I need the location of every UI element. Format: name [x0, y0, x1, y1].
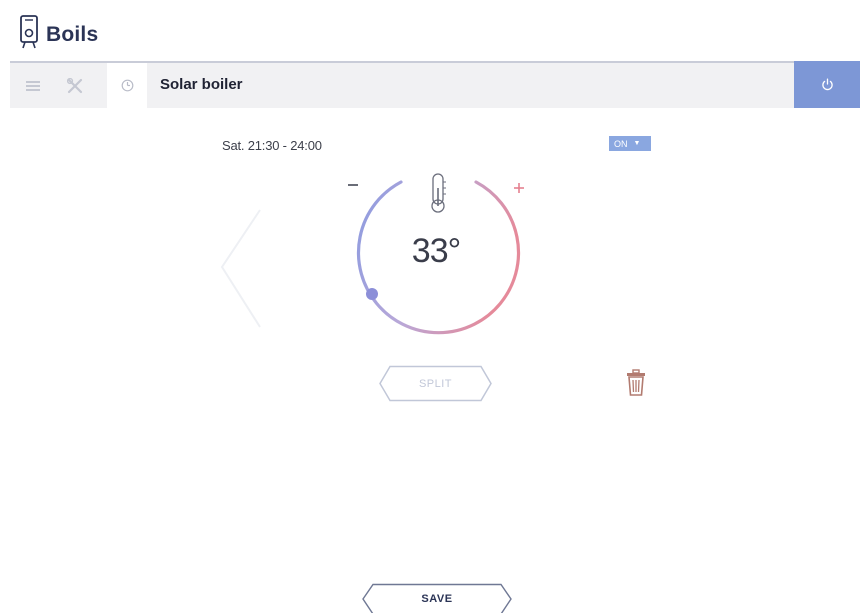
caret-down-icon: ▼ — [633, 140, 641, 147]
app-window: Boils Solar boiler Sat. 21:30 - 24:00 ON… — [0, 0, 860, 613]
mode-select[interactable]: ON ▼ — [609, 136, 651, 151]
thermometer-icon — [431, 173, 446, 213]
save-button[interactable]: SAVE — [361, 583, 513, 613]
decrease-temperature-button[interactable] — [346, 178, 360, 192]
toolbar: Solar boiler — [10, 61, 860, 108]
split-button-label: SPLIT — [418, 377, 453, 390]
boiler-icon — [20, 15, 38, 49]
tab-list[interactable] — [20, 63, 46, 108]
trash-icon[interactable] — [625, 369, 647, 397]
app-header: Boils — [18, 12, 98, 52]
mode-value: ON — [614, 138, 628, 149]
time-range-label: Sat. 21:30 - 24:00 — [222, 138, 322, 153]
chevron-left-icon[interactable] — [210, 205, 270, 335]
power-icon — [821, 78, 833, 91]
list-icon — [26, 80, 40, 91]
tools-icon — [67, 77, 83, 93]
power-button[interactable] — [794, 61, 860, 108]
app-title: Boils — [46, 23, 99, 46]
tab-tools[interactable] — [60, 63, 90, 108]
dial-knob — [366, 288, 378, 300]
save-button-label: SAVE — [421, 593, 453, 605]
split-button[interactable]: SPLIT — [378, 365, 493, 402]
increase-temperature-button[interactable] — [512, 181, 526, 195]
tab-schedule[interactable] — [107, 63, 147, 108]
clock-icon — [121, 79, 133, 92]
toolbar-title: Solar boiler — [160, 76, 243, 93]
temperature-value: 33° — [411, 232, 461, 270]
